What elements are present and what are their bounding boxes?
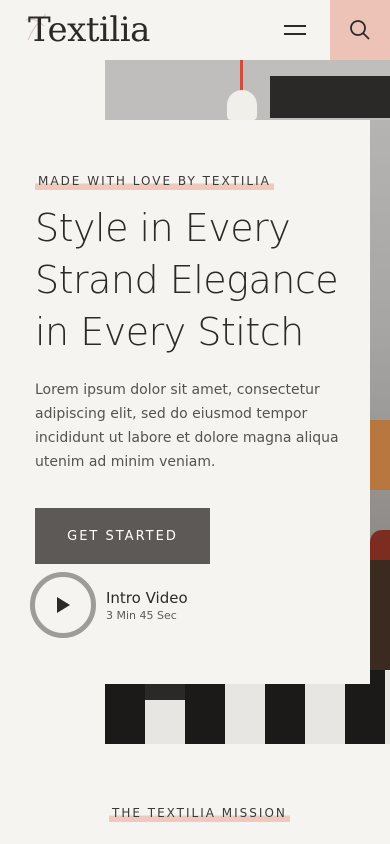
hero-headline: Style in Every Strand Elegance in Every … (35, 202, 355, 358)
play-button[interactable] (30, 572, 96, 638)
headline-line: Style in Every (35, 206, 291, 250)
video-duration: 3 Min 45 Sec (106, 608, 177, 622)
headline-line: Strand Elegance (35, 258, 339, 302)
hero-card: MADE WITH LOVE BY TEXTILIA Style in Ever… (0, 120, 370, 684)
intro-video-link[interactable]: Intro Video 3 Min 45 Sec (30, 572, 230, 638)
hero-description: Lorem ipsum dolor sit amet, consectetur … (35, 382, 339, 470)
hero-eyebrow: MADE WITH LOVE BY TEXTILIA (35, 174, 274, 190)
hamburger-menu-icon (284, 25, 306, 27)
site-header: Textilia (0, 0, 390, 60)
video-title: Intro Video (106, 588, 188, 607)
search-button[interactable] (330, 0, 390, 60)
headline-line: in Every Stitch (35, 310, 304, 354)
menu-button[interactable] (284, 18, 308, 42)
site-logo[interactable]: Textilia (28, 10, 150, 50)
play-icon (57, 597, 70, 613)
get-started-button[interactable]: GET STARTED (35, 508, 210, 564)
search-icon (350, 20, 370, 40)
mission-label: THE TEXTILIA MISSION (109, 806, 290, 822)
